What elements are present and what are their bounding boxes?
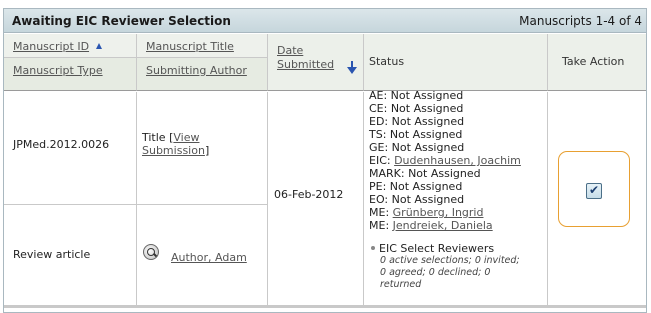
status-me-2-label: ME: xyxy=(369,219,393,232)
header-id-type: Manuscript ID Manuscript Type xyxy=(4,34,137,91)
submitting-author-link[interactable]: Author, Adam xyxy=(171,251,247,264)
header-date-submitted[interactable]: Date Submitted xyxy=(268,34,364,91)
bullet-icon xyxy=(371,246,375,250)
view-submission-link-2[interactable]: Submission xyxy=(142,144,205,157)
status-ge: GE: Not Assigned xyxy=(369,141,465,154)
date-submitted: 06-Feb-2012 xyxy=(274,188,344,201)
manuscript-title-cell: Title [View Submission] xyxy=(142,131,209,157)
sort-descending-icon xyxy=(347,61,357,74)
header-status: Status xyxy=(364,34,548,91)
magnifier-icon[interactable] xyxy=(143,244,159,260)
checkbox-checked-icon[interactable] xyxy=(586,183,602,199)
column-manuscript-id-label: Manuscript ID xyxy=(13,40,90,53)
manuscripts-panel: Awaiting EIC Reviewer Selection Manuscri… xyxy=(3,8,647,313)
eic-name-link[interactable]: Dudenhausen, Joachim xyxy=(394,154,521,167)
status-eic: EIC: Dudenhausen, Joachim xyxy=(369,154,521,167)
select-reviewers-item: EIC Select Reviewers xyxy=(369,242,521,255)
status-list: AE: Not Assigned CE: Not Assigned ED: No… xyxy=(369,89,521,291)
take-action-highlight xyxy=(558,151,630,227)
status-ed: ED: Not Assigned xyxy=(369,115,465,128)
status-eic-label: EIC: xyxy=(369,154,395,167)
panel-title-bar: Awaiting EIC Reviewer Selection Manuscri… xyxy=(4,9,646,33)
column-status-label: Status xyxy=(369,55,405,68)
status-eo: EO: Not Assigned xyxy=(369,193,465,206)
sort-submitting-author-link[interactable]: Submitting Author xyxy=(146,64,247,77)
status-ts: TS: Not Assigned xyxy=(369,128,463,141)
reviewer-counts-1: 0 active selections; 0 invited; xyxy=(380,255,520,266)
body-col-2 xyxy=(137,92,268,305)
status-ae: AE: Not Assigned xyxy=(369,89,464,102)
status-me-1: ME: Grünberg, Ingrid xyxy=(369,206,521,219)
reviewer-counts-3: returned xyxy=(380,279,422,290)
date-label-line2[interactable]: Submitted xyxy=(277,58,334,71)
sort-manuscript-title-link[interactable]: Manuscript Title xyxy=(146,40,234,53)
panel-title: Awaiting EIC Reviewer Selection xyxy=(12,14,231,28)
table-bottom-rule xyxy=(4,305,646,308)
status-mark: MARK: Not Assigned xyxy=(369,167,481,180)
status-me-1-label: ME: xyxy=(369,206,393,219)
sort-manuscript-type-link[interactable]: Manuscript Type xyxy=(13,64,103,77)
manuscript-type: Review article xyxy=(13,248,91,261)
column-take-action-label: Take Action xyxy=(562,55,625,68)
body-col-1 xyxy=(4,92,137,305)
manuscript-id: JPMed.2012.0026 xyxy=(13,138,110,151)
manuscript-title: Title [ xyxy=(142,131,174,144)
me-2-name-link[interactable]: Jendreiek, Daniela xyxy=(393,219,493,232)
status-me-2: ME: Jendreiek, Daniela xyxy=(369,219,521,232)
status-pe: PE: Not Assigned xyxy=(369,180,463,193)
title-bracket: ] xyxy=(204,144,210,157)
row-divider xyxy=(4,204,268,205)
manuscript-count: Manuscripts 1-4 of 4 xyxy=(519,14,642,28)
header-take-action: Take Action xyxy=(548,34,646,91)
header-title-author: Manuscript Title Submitting Author xyxy=(137,34,268,91)
sort-manuscript-id-link[interactable]: Manuscript ID xyxy=(13,40,103,53)
select-reviewers-label: EIC Select Reviewers xyxy=(379,242,495,255)
date-label-line1[interactable]: Date xyxy=(277,44,303,57)
view-submission-link-1[interactable]: View xyxy=(173,131,199,144)
sort-ascending-icon xyxy=(96,43,103,49)
status-ce: CE: Not Assigned xyxy=(369,102,464,115)
reviewer-counts-2: 0 agreed; 0 declined; 0 xyxy=(380,267,491,278)
me-1-name-link[interactable]: Grünberg, Ingrid xyxy=(393,206,484,219)
